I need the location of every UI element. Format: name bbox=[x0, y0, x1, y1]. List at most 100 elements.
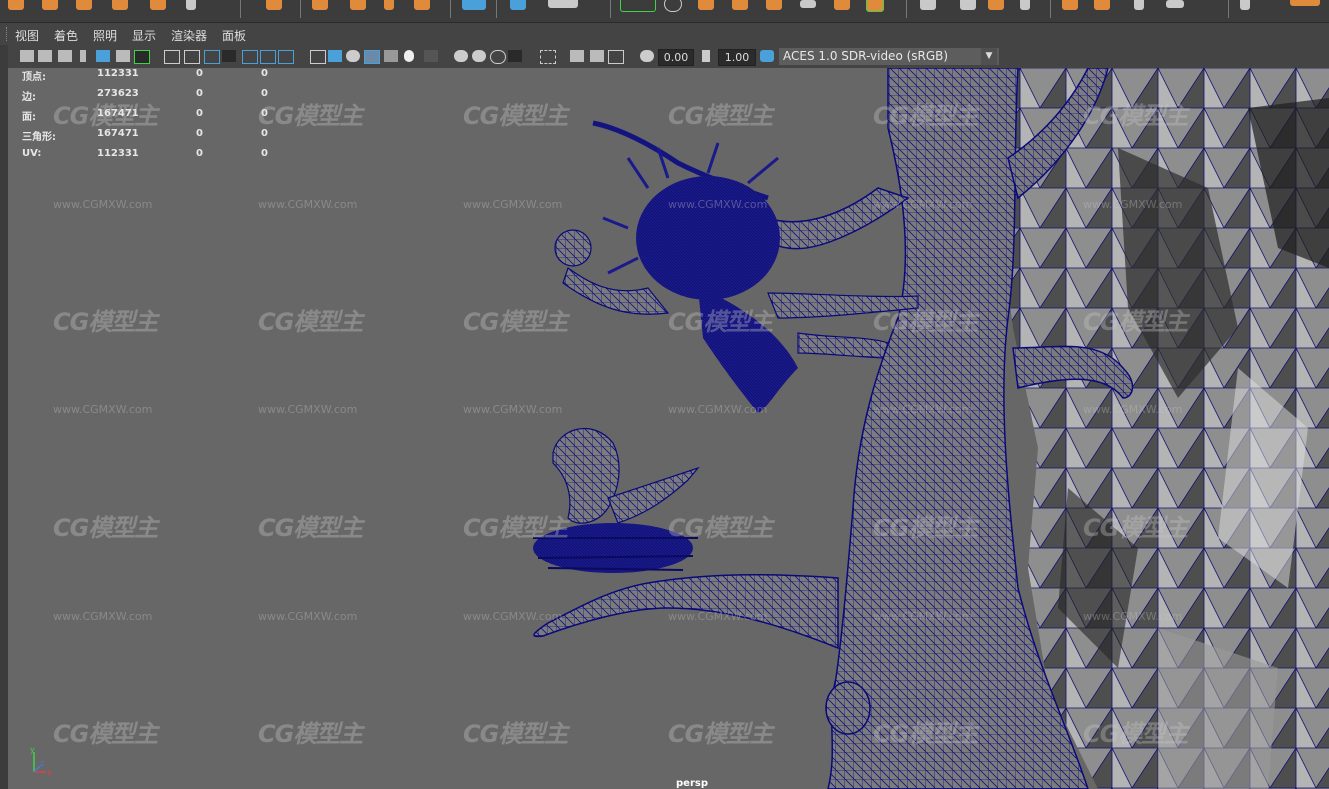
menu-shading[interactable]: 着色 bbox=[54, 27, 78, 44]
shelf-tool-icon[interactable] bbox=[988, 0, 1004, 10]
resolution-gate-icon[interactable] bbox=[204, 50, 220, 64]
menu-view[interactable]: 视图 bbox=[15, 27, 39, 44]
isolate-select-icon[interactable] bbox=[540, 50, 556, 64]
safe-action-icon[interactable] bbox=[260, 50, 276, 64]
color-space-dropdown[interactable]: ACES 1.0 SDR-video (sRGB) ▼ bbox=[779, 48, 999, 65]
default-material-icon[interactable] bbox=[346, 50, 360, 62]
2d-pan-zoom-icon[interactable] bbox=[116, 50, 130, 62]
grease-pencil-icon[interactable] bbox=[96, 50, 110, 62]
gamma-field[interactable]: 1.00 bbox=[718, 49, 756, 66]
watermark-url: www.CGMXW.com bbox=[668, 198, 768, 211]
color-management-icon[interactable] bbox=[760, 50, 774, 62]
menu-panels[interactable]: 面板 bbox=[222, 27, 246, 44]
ambient-occlusion-icon[interactable] bbox=[454, 50, 468, 62]
watermark-logo: CG模型主 bbox=[668, 308, 773, 336]
shelf-tool-icon[interactable] bbox=[312, 0, 328, 10]
field-chart-icon[interactable] bbox=[242, 50, 258, 64]
smooth-shade-icon[interactable] bbox=[328, 50, 342, 62]
wireframe-icon[interactable] bbox=[310, 50, 326, 64]
wireframe-on-shaded-icon[interactable] bbox=[364, 50, 380, 64]
shelf-tool-icon[interactable] bbox=[698, 0, 714, 10]
shelf-tool-icon[interactable] bbox=[1020, 0, 1030, 10]
shelf-tool-icon[interactable] bbox=[620, 0, 656, 12]
shelf-tool-icon[interactable] bbox=[1134, 0, 1144, 10]
shelf-tool-icon[interactable] bbox=[732, 0, 748, 10]
shelf-tool-icon[interactable] bbox=[112, 0, 128, 10]
axis-gizmo-icon: y x z bbox=[30, 745, 52, 777]
textured-icon[interactable] bbox=[384, 50, 398, 62]
hud-total-uvs: 112331 bbox=[97, 148, 139, 159]
shelf-tool-icon[interactable] bbox=[384, 0, 394, 10]
shelf-tool-icon[interactable] bbox=[1094, 0, 1110, 10]
exposure-field[interactable]: 0.00 bbox=[658, 49, 694, 66]
hud-selected-faces: 0 bbox=[196, 108, 203, 119]
shelf-tool-icon[interactable] bbox=[1166, 0, 1184, 8]
xray-joints-icon[interactable] bbox=[590, 50, 604, 62]
shelf-tool-icon[interactable] bbox=[548, 0, 578, 8]
depth-of-field-icon[interactable] bbox=[508, 50, 522, 62]
character-mesh[interactable] bbox=[554, 142, 919, 413]
bookmarks-icon[interactable] bbox=[58, 50, 72, 62]
gamma-icon[interactable] bbox=[702, 50, 710, 62]
shelf-tool-icon[interactable] bbox=[186, 0, 196, 10]
xray-icon[interactable] bbox=[570, 50, 584, 62]
watermark-url: www.CGMXW.com bbox=[1083, 198, 1183, 211]
anti-aliasing-icon[interactable] bbox=[490, 50, 506, 64]
shelf-tool-icon[interactable] bbox=[414, 0, 430, 10]
axis-y-label: y bbox=[30, 745, 35, 754]
shelf-tool-icon[interactable] bbox=[266, 0, 282, 10]
watermark-url: www.CGMXW.com bbox=[258, 198, 358, 211]
watermark-logo: CG模型主 bbox=[1083, 720, 1188, 748]
axis-x-label: x bbox=[47, 768, 52, 777]
watermark-url: www.CGMXW.com bbox=[258, 610, 358, 623]
shelf-tool-icon[interactable] bbox=[76, 0, 92, 10]
shelf-tool-icon[interactable] bbox=[8, 0, 24, 10]
watermark-logo: CG模型主 bbox=[53, 514, 158, 542]
shelf-tool-icon[interactable] bbox=[800, 0, 816, 8]
watermark-logo: CG模型主 bbox=[258, 720, 363, 748]
shelf-tool-icon[interactable] bbox=[1240, 0, 1250, 10]
exposure-icon[interactable] bbox=[640, 50, 654, 62]
hud-label-triangles: 三角形: bbox=[22, 132, 56, 143]
shelf-tool-icon[interactable] bbox=[1062, 0, 1078, 10]
shelf-tool-icon[interactable] bbox=[42, 0, 58, 10]
film-gate-icon[interactable] bbox=[184, 50, 200, 64]
watermark-logo: CG模型主 bbox=[258, 514, 363, 542]
hud-label-faces: 面: bbox=[22, 112, 36, 123]
grid-icon[interactable] bbox=[164, 50, 180, 64]
viewport-persp[interactable]: CG模型主 CG模型主 CG模型主 CG模型主 CG模型主 CG模型主 www.… bbox=[8, 68, 1329, 789]
camera-attributes-icon[interactable] bbox=[38, 50, 52, 62]
lighting-icon[interactable] bbox=[404, 50, 414, 62]
watermark-logo: CG模型主 bbox=[258, 308, 363, 336]
shelf-tool-icon[interactable] bbox=[960, 0, 976, 10]
shelf-tool-icon[interactable] bbox=[150, 0, 166, 10]
hud-components-uvs: 0 bbox=[261, 148, 268, 159]
motion-blur-icon[interactable] bbox=[472, 50, 486, 62]
menu-lighting[interactable]: 照明 bbox=[93, 27, 117, 44]
watermark-url: www.CGMXW.com bbox=[463, 610, 563, 623]
hud-components-triangles: 0 bbox=[261, 128, 268, 139]
shelf-tool-icon[interactable] bbox=[664, 0, 682, 12]
shelf-tool-icon[interactable] bbox=[1290, 0, 1320, 6]
shelf-tool-icon[interactable] bbox=[510, 0, 526, 10]
backface-culling-icon[interactable] bbox=[608, 50, 624, 64]
menu-renderer[interactable]: 渲染器 bbox=[171, 27, 207, 44]
gate-mask-icon[interactable] bbox=[222, 50, 236, 62]
watermark-logo: CG模型主 bbox=[873, 720, 978, 748]
menu-show[interactable]: 显示 bbox=[132, 27, 156, 44]
shelf-tool-icon[interactable] bbox=[350, 0, 366, 10]
pencil-icon[interactable] bbox=[134, 50, 150, 64]
shelf-tool-icon[interactable] bbox=[866, 0, 884, 12]
panel-left-border bbox=[0, 45, 8, 789]
camera-label: persp bbox=[676, 778, 708, 789]
shadows-icon[interactable] bbox=[424, 50, 438, 62]
shelf-tool-icon[interactable] bbox=[766, 0, 782, 10]
image-plane-icon[interactable] bbox=[80, 50, 86, 62]
shelf-tool-icon[interactable] bbox=[920, 0, 936, 10]
viewport-canvas bbox=[533, 68, 1329, 789]
shelf-tool-icon[interactable] bbox=[462, 0, 486, 10]
safe-title-icon[interactable] bbox=[278, 50, 294, 64]
shelf-tool-icon[interactable] bbox=[834, 0, 850, 10]
watermark-url: www.CGMXW.com bbox=[873, 403, 973, 416]
select-camera-icon[interactable] bbox=[20, 50, 34, 62]
